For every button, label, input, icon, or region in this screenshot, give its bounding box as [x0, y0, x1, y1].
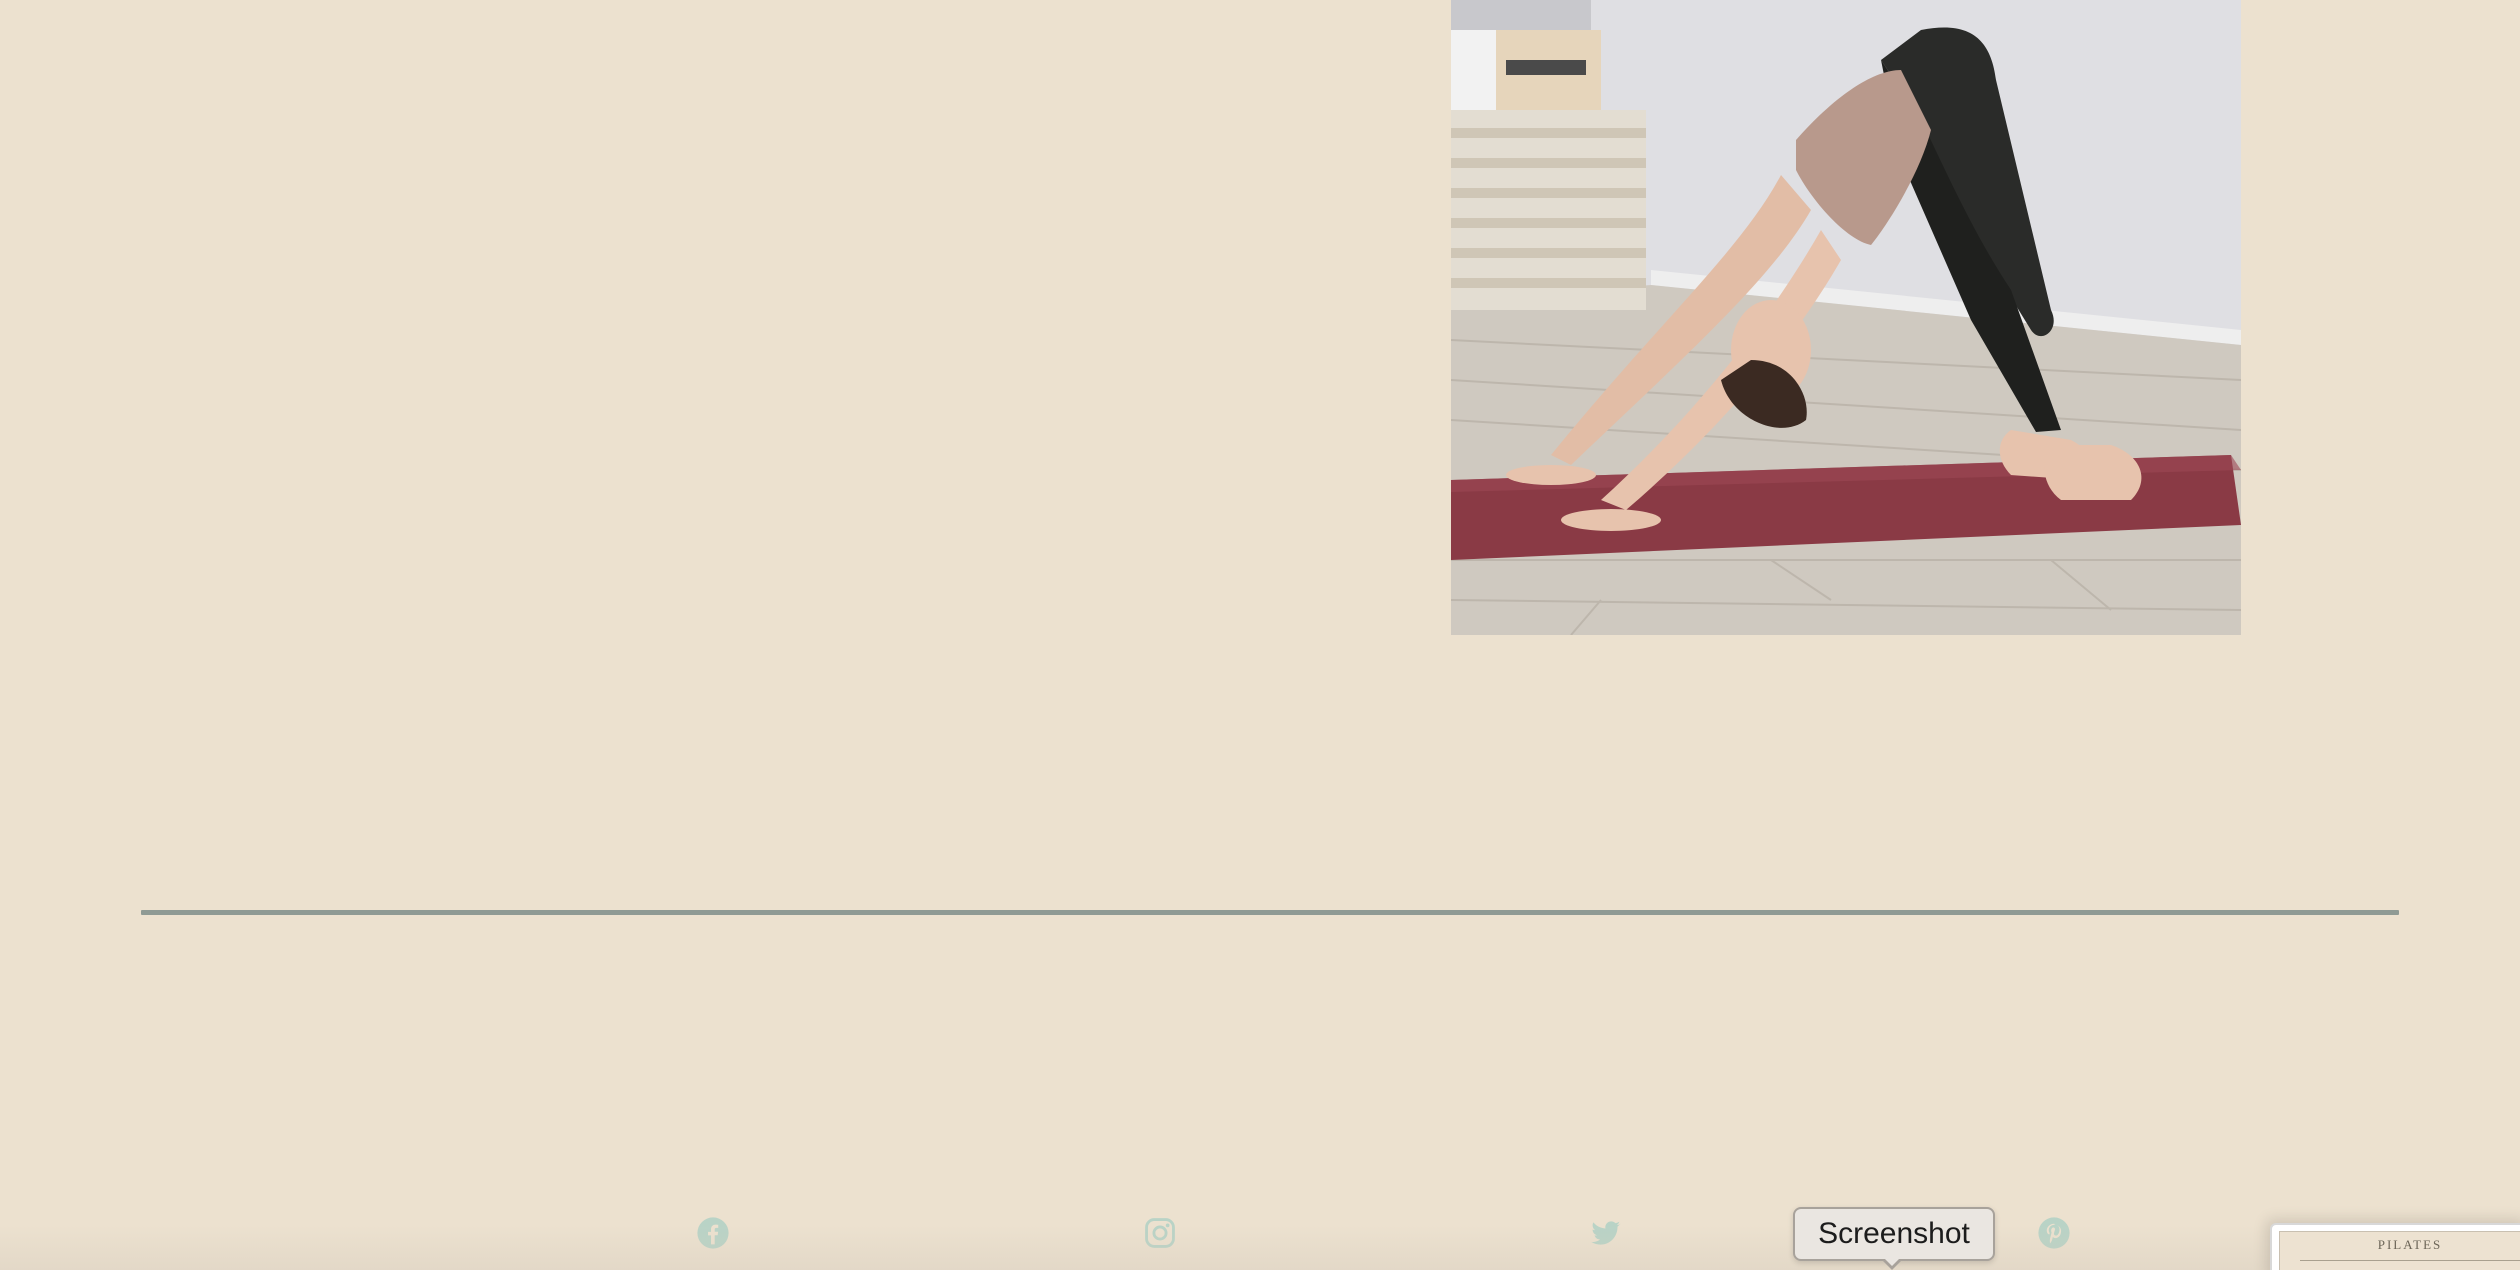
- facebook-icon[interactable]: [696, 1216, 730, 1250]
- twitter-icon-glyph: [1591, 1221, 1621, 1245]
- screenshot-thumbnail[interactable]: PILATES: [2270, 1223, 2520, 1270]
- twitter-icon[interactable]: [1589, 1216, 1623, 1250]
- screenshot-tooltip: Screenshot: [1793, 1207, 1995, 1261]
- instagram-icon[interactable]: [1143, 1216, 1177, 1250]
- section-divider: [141, 910, 2399, 915]
- screenshot-thumbnail-rule: [2300, 1260, 2520, 1261]
- facebook-icon-glyph: [697, 1217, 729, 1249]
- screenshot-thumbnail-page: PILATES: [2279, 1231, 2520, 1270]
- page: Screenshot PILATES: [0, 0, 2520, 1270]
- pinterest-icon-glyph: [2038, 1217, 2070, 1249]
- screenshot-thumbnail-title: PILATES: [2377, 1237, 2443, 1252]
- bottom-shadow-band: [0, 1225, 2520, 1270]
- yoga-photo-illustration: [1451, 0, 2241, 635]
- screenshot-tooltip-arrow-fill: [1883, 1257, 1901, 1266]
- screenshot-tooltip-label: Screenshot: [1818, 1217, 1970, 1250]
- instagram-icon-glyph: [1145, 1218, 1175, 1248]
- pinterest-icon[interactable]: [2037, 1216, 2071, 1250]
- yoga-photo: [1451, 0, 2241, 635]
